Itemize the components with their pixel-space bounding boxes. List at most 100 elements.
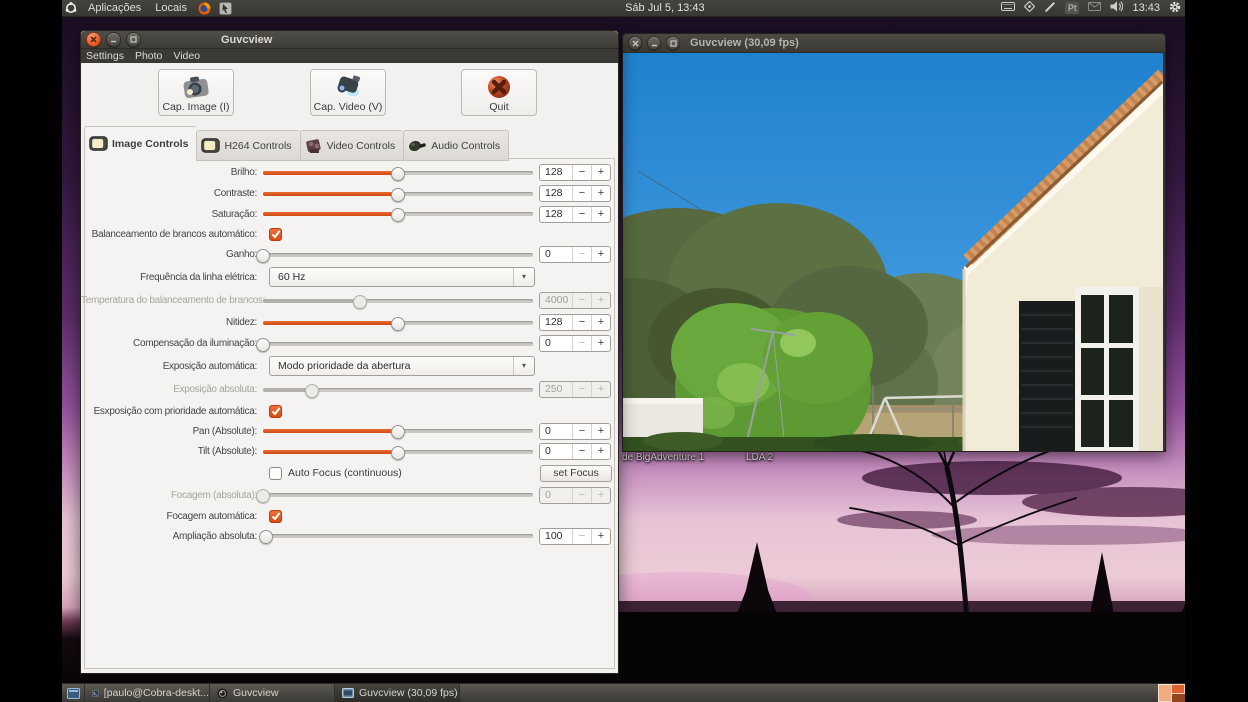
minus-button[interactable]: − xyxy=(572,165,591,180)
slider-contraste[interactable] xyxy=(263,187,533,201)
menu-settings[interactable]: Settings xyxy=(86,50,131,62)
slider-brilho[interactable] xyxy=(263,166,533,180)
keyboard-icon[interactable] xyxy=(1001,2,1015,14)
workspace-switcher[interactable] xyxy=(1158,684,1185,702)
session-gear-icon[interactable] xyxy=(1169,1,1181,16)
control-row: Esxposição com prioridade automática: xyxy=(81,401,612,421)
titlebar[interactable]: Guvcview xyxy=(81,31,618,49)
slider-thumb[interactable] xyxy=(259,530,273,544)
titlebar[interactable]: Guvcview (30,09 fps) xyxy=(623,34,1165,53)
slider-ampliacao[interactable] xyxy=(263,529,533,543)
slider-tilt[interactable] xyxy=(263,445,533,459)
plus-button[interactable]: + xyxy=(591,336,610,351)
minus-button[interactable]: − xyxy=(572,186,591,201)
minimize-icon[interactable] xyxy=(647,36,661,50)
slider-nitidez[interactable] xyxy=(263,316,533,330)
slider-thumb[interactable] xyxy=(391,317,405,331)
ubuntu-logo-icon[interactable] xyxy=(65,2,77,14)
checkbox-focagem-automatica[interactable] xyxy=(269,510,282,523)
cap-video-button[interactable]: Cap. Video (V) xyxy=(310,69,386,116)
plus-button[interactable]: + xyxy=(591,315,610,330)
minus-button[interactable]: − xyxy=(572,336,591,351)
slider-pan[interactable] xyxy=(263,424,533,438)
menu-photo[interactable]: Photo xyxy=(135,50,169,62)
mail-icon[interactable] xyxy=(1088,2,1101,14)
slider-thumb[interactable] xyxy=(256,338,270,352)
plus-button[interactable]: + xyxy=(591,424,610,439)
cap-image-button[interactable]: Cap. Image (I) xyxy=(158,69,234,116)
tab-image-controls[interactable]: Image Controls xyxy=(84,126,196,161)
menu-locais[interactable]: Locais xyxy=(148,0,194,16)
slider-thumb[interactable] xyxy=(391,425,405,439)
chevron-down-icon: ▾ xyxy=(513,357,534,375)
clock-center[interactable]: Sáb Jul 5, 13:43 xyxy=(625,2,705,14)
plus-button[interactable]: + xyxy=(591,529,610,544)
desktop-icon-label[interactable]: de BigAdventure 1 xyxy=(622,452,704,463)
minus-button[interactable]: − xyxy=(572,247,591,262)
quit-button[interactable]: Quit xyxy=(461,69,537,116)
input-method-icon[interactable] xyxy=(1024,1,1035,15)
maximize-icon[interactable] xyxy=(666,36,680,50)
workspace-2[interactable] xyxy=(1172,684,1185,702)
checkbox-exposicao-prioridade[interactable] xyxy=(269,405,282,418)
plus-button[interactable]: + xyxy=(591,186,610,201)
tablet-pen-icon[interactable] xyxy=(1044,1,1056,16)
close-icon[interactable] xyxy=(86,32,101,47)
dropdown-frequencia[interactable]: 60 Hz ▾ xyxy=(269,267,535,287)
volume-icon[interactable] xyxy=(1110,1,1123,15)
quit-icon xyxy=(485,74,513,100)
taskbar-item-terminal[interactable]: [paulo@Cobra-deskt... xyxy=(85,684,210,702)
slider-thumb[interactable] xyxy=(391,167,405,181)
desktop: Aplicações Locais Sáb Jul 5, 13:43 Pt 13… xyxy=(62,0,1185,702)
desktop-icon-label[interactable]: LDA 2 xyxy=(746,452,773,463)
spinbox-brilho: 128 − + xyxy=(539,164,611,181)
webcam-lens-icon xyxy=(217,688,228,699)
control-row: Auto Focus (continuous) set Focus xyxy=(81,462,612,484)
control-row: Temperatura do balanceamento de brancos:… xyxy=(81,289,612,312)
app-shortcut-icon[interactable] xyxy=(219,2,232,15)
clock-right[interactable]: 13:43 xyxy=(1132,2,1160,14)
taskbar-item-guvcview-video[interactable]: Guvcview (30,09 fps) xyxy=(335,684,460,702)
tab-video-controls[interactable]: Video Controls xyxy=(300,130,404,161)
minimize-icon[interactable] xyxy=(106,32,121,47)
plus-button[interactable]: + xyxy=(591,247,610,262)
minus-button[interactable]: − xyxy=(572,444,591,459)
slider-compensacao[interactable] xyxy=(263,337,533,351)
plus-button[interactable]: + xyxy=(591,165,610,180)
maximize-icon[interactable] xyxy=(126,32,141,47)
slider-saturacao[interactable] xyxy=(263,207,533,221)
minus-button[interactable]: − xyxy=(572,529,591,544)
language-indicator[interactable]: Pt xyxy=(1065,2,1080,14)
checkbox-auto-focus[interactable] xyxy=(269,467,282,480)
window-title: Guvcview xyxy=(221,34,272,46)
tab-audio-controls[interactable]: Audio Controls xyxy=(403,130,509,161)
show-desktop-button[interactable] xyxy=(62,684,85,702)
plus-button[interactable]: + xyxy=(591,444,610,459)
spinbox-saturacao: 128 − + xyxy=(539,206,611,223)
control-row: Ganho: 0 − + xyxy=(81,244,612,265)
slider-thumb[interactable] xyxy=(391,208,405,222)
control-row: Brilho: 128 − + xyxy=(81,162,612,183)
minus-button[interactable]: − xyxy=(572,424,591,439)
slider-ganho[interactable] xyxy=(263,248,533,262)
firefox-icon[interactable] xyxy=(198,2,211,15)
tab-h264-controls[interactable]: H264 Controls xyxy=(196,130,299,161)
control-row: Nitidez: 128 − + xyxy=(81,312,612,333)
slider-thumb[interactable] xyxy=(256,249,270,263)
plus-button[interactable]: + xyxy=(591,207,610,222)
workspace-1[interactable] xyxy=(1158,684,1172,702)
close-icon[interactable] xyxy=(628,36,642,50)
minus-button[interactable]: − xyxy=(572,315,591,330)
taskbar-item-guvcview[interactable]: Guvcview xyxy=(210,684,335,702)
minus-button[interactable]: − xyxy=(572,207,591,222)
set-focus-button[interactable]: set Focus xyxy=(540,465,612,482)
dropdown-exposicao-automatica[interactable]: Modo prioridade da abertura ▾ xyxy=(269,356,535,376)
menu-aplicacoes[interactable]: Aplicações xyxy=(81,0,148,16)
guvcview-controls-window[interactable]: Guvcview Settings Photo Video Cap. Image… xyxy=(80,30,619,674)
tab-bar: Image Controls H264 Controls Video Contr… xyxy=(84,126,509,161)
guvcview-preview-window[interactable]: Guvcview (30,09 fps) xyxy=(622,33,1166,452)
menu-video[interactable]: Video xyxy=(173,50,207,62)
slider-thumb[interactable] xyxy=(391,446,405,460)
slider-thumb[interactable] xyxy=(391,188,405,202)
checkbox-balanceamento[interactable] xyxy=(269,228,282,241)
